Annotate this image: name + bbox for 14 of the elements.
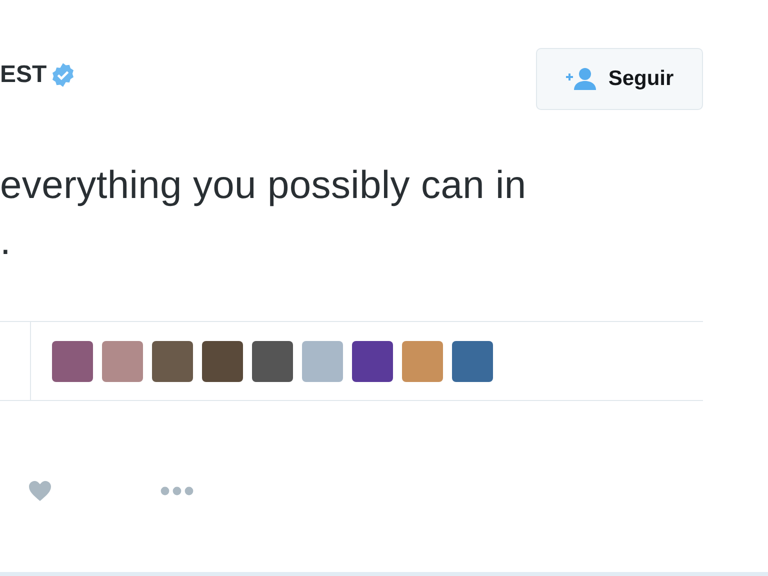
follow-button[interactable]: Seguir: [536, 48, 703, 110]
heart-icon[interactable]: [28, 480, 52, 502]
avatar-photo-placeholder[interactable]: [452, 340, 493, 382]
avatar-photo-placeholder[interactable]: [352, 340, 393, 382]
avatar-photo-placeholder[interactable]: [252, 340, 293, 382]
tweet-text: everything you possibly can in .: [0, 163, 528, 265]
avatar-photo-placeholder[interactable]: [302, 340, 343, 382]
author-name[interactable]: EST: [0, 61, 47, 89]
avatar-photo-placeholder[interactable]: [202, 340, 243, 382]
more-options-icon[interactable]: [160, 486, 194, 496]
avatar-photo-placeholder[interactable]: [102, 340, 143, 382]
avatar-photo-placeholder[interactable]: [152, 340, 193, 382]
avatar-photo-placeholder[interactable]: [402, 340, 443, 382]
avatar-photo-placeholder[interactable]: [52, 340, 93, 382]
